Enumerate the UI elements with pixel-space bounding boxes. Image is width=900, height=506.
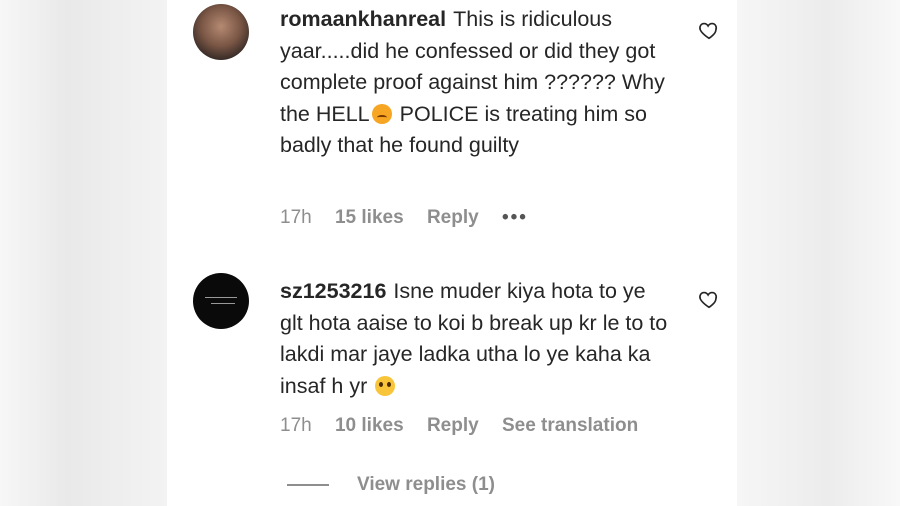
- comment-time: 17h: [280, 415, 312, 436]
- comment-meta: 17h 10 likes Reply See translation: [280, 415, 656, 437]
- more-options-icon[interactable]: •••: [502, 207, 528, 228]
- comments-panel: romaankhanreal This is ridiculous yaar...…: [167, 0, 737, 506]
- comment-2: sz1253216 Isne muder kiya hota to ye glt …: [167, 250, 737, 450]
- like-heart-icon[interactable]: [698, 19, 720, 41]
- comment-likes[interactable]: 15 likes: [335, 207, 404, 228]
- view-replies-line: [287, 483, 329, 486]
- comment-text: sz1253216 Isne muder kiya hota to ye glt …: [280, 276, 670, 402]
- left-background-strip: [0, 0, 167, 506]
- right-background-strip: [737, 0, 900, 506]
- angry-face-emoji-icon: [371, 103, 392, 124]
- view-replies-button[interactable]: View replies (1): [287, 474, 495, 496]
- comment-username[interactable]: romaankhanreal: [280, 7, 446, 31]
- avatar[interactable]: [193, 273, 249, 329]
- see-translation-button[interactable]: See translation: [502, 415, 638, 436]
- comment-likes[interactable]: 10 likes: [335, 415, 404, 436]
- comment-time: 17h: [280, 207, 312, 228]
- reply-button[interactable]: Reply: [427, 207, 479, 228]
- comment-1: romaankhanreal This is ridiculous yaar...…: [167, 0, 737, 250]
- pleading-face-emoji-icon: [375, 375, 396, 396]
- view-replies-label: View replies (1): [357, 474, 495, 495]
- comment-text: romaankhanreal This is ridiculous yaar...…: [280, 4, 670, 162]
- reply-button[interactable]: Reply: [427, 415, 479, 436]
- comment-meta: 17h 15 likes Reply •••: [280, 207, 546, 229]
- avatar[interactable]: [193, 4, 249, 60]
- comment-username[interactable]: sz1253216: [280, 279, 386, 303]
- like-heart-icon[interactable]: [698, 288, 720, 310]
